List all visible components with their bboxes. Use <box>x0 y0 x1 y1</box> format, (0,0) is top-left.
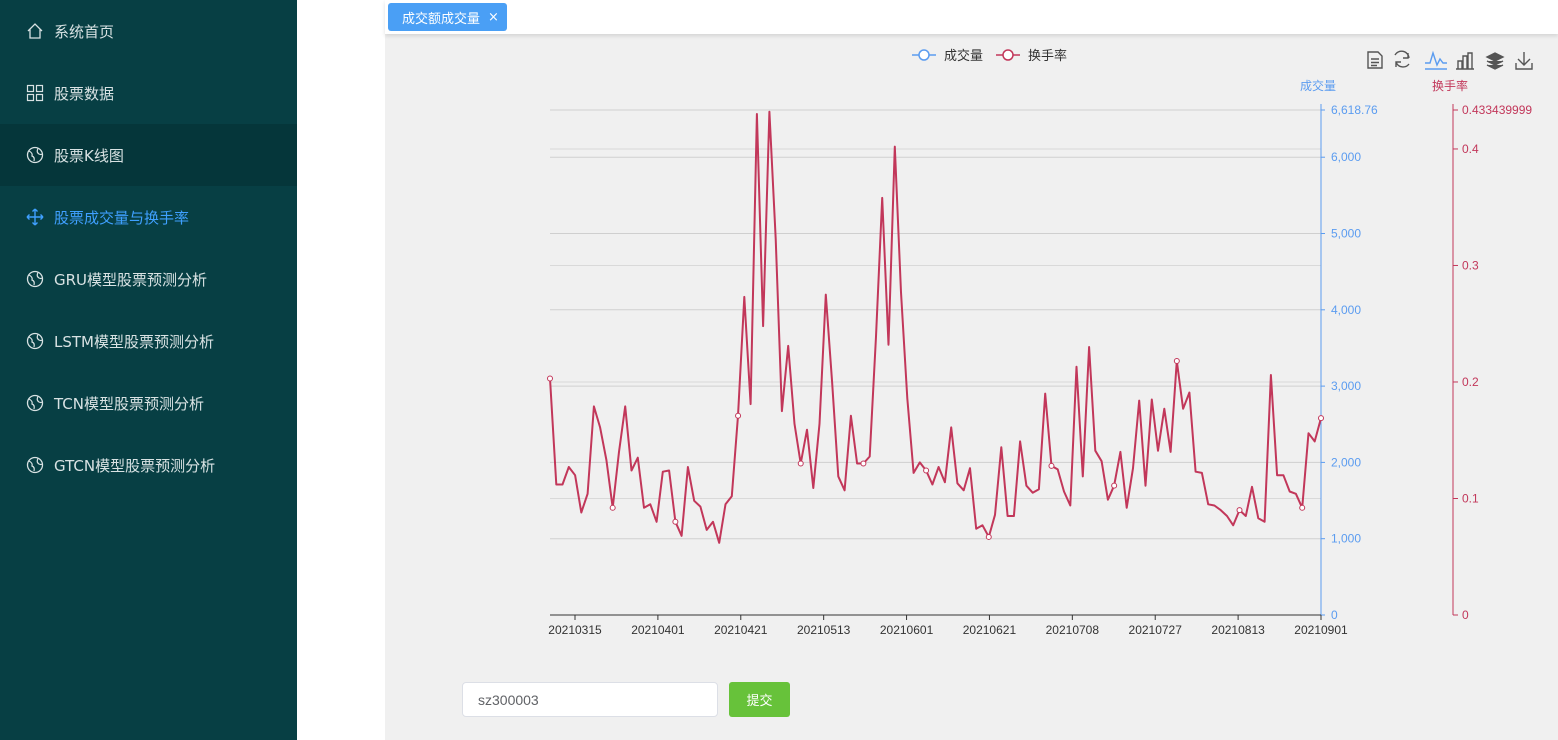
bar-chart-icon[interactable] <box>1456 52 1474 70</box>
y-axis-right-name: 换手率 <box>1432 78 1468 93</box>
x-tick-label: 20210315 <box>548 623 602 637</box>
tab-volume-turnover[interactable]: 成交额成交量 × <box>388 3 507 31</box>
y-left-max-label: 6,618.76 <box>1331 103 1378 117</box>
line-chart-icon[interactable] <box>1425 50 1447 70</box>
x-tick-label: 20210401 <box>631 623 685 637</box>
legend-item-turnover[interactable]: 换手率 <box>996 48 1067 64</box>
series-point[interactable] <box>1048 462 1055 469</box>
sidebar-item-label: 股票成交量与换手率 <box>54 208 190 227</box>
y-right-max-label: 0.433439999 <box>1462 103 1532 117</box>
series-point[interactable] <box>1111 482 1118 489</box>
close-icon[interactable]: × <box>488 10 499 25</box>
content-gutter <box>297 0 385 740</box>
x-tick-label: 20210813 <box>1211 623 1265 637</box>
y-right-tick-label: 0.4 <box>1462 142 1479 156</box>
sidebar-item-label: 股票数据 <box>54 84 115 103</box>
sidebar-item-label: 系统首页 <box>54 22 115 41</box>
series-point[interactable] <box>923 467 930 474</box>
sidebar-item-volume-turnover[interactable]: 股票成交量与换手率 <box>0 186 297 248</box>
tab-label: 成交额成交量 <box>402 11 481 27</box>
series-point[interactable] <box>1299 504 1306 511</box>
x-tick-label: 20210601 <box>880 623 934 637</box>
y-left-tick-label: 3,000 <box>1331 379 1361 393</box>
chart-toolbox <box>1367 50 1533 70</box>
y-right-tick-label: 0.1 <box>1462 491 1479 505</box>
sidebar-item-label: 股票K线图 <box>54 146 124 165</box>
download-icon[interactable] <box>1515 52 1533 70</box>
y-left-tick-label: 6,000 <box>1331 150 1361 164</box>
y-left-tick-label: 2,000 <box>1331 455 1361 469</box>
series-point[interactable] <box>735 412 742 419</box>
sidebar-item-stock-data[interactable]: 股票数据 <box>0 62 297 124</box>
sidebar-item-home[interactable]: 系统首页 <box>0 0 297 62</box>
chart-axes: 0 1,000 2,000 3,000 4,000 5,000 6,000 6,618.76 0… <box>548 103 1532 637</box>
globe-icon <box>25 145 45 165</box>
legend-item-volume[interactable]: 成交量 <box>912 48 983 64</box>
sidebar: 系统首页 股票数据 股票K线图 股票成交量与换手率 GRU模型股票预测分析 LS… <box>0 0 297 740</box>
tab-bar: 成交额成交量 × <box>385 0 1558 34</box>
sidebar-item-gtcn[interactable]: GTCN模型股票预测分析 <box>0 434 297 496</box>
sidebar-item-label: LSTM模型股票预测分析 <box>54 332 214 351</box>
sidebar-item-tcn[interactable]: TCN模型股票预测分析 <box>0 372 297 434</box>
series-point[interactable] <box>985 533 992 540</box>
y-right-tick-label: 0 <box>1462 608 1469 622</box>
y-right-tick-label: 0.3 <box>1462 258 1479 272</box>
series-point[interactable] <box>1236 507 1243 514</box>
home-icon <box>25 21 45 41</box>
chart-legend[interactable]: 成交量 换手率 <box>912 48 1067 64</box>
globe-icon <box>25 393 45 413</box>
series-point[interactable] <box>860 460 867 467</box>
globe-icon <box>25 269 45 289</box>
sidebar-item-lstm[interactable]: LSTM模型股票预测分析 <box>0 310 297 372</box>
legend-label: 成交量 <box>944 48 983 64</box>
x-tick-label: 20210727 <box>1129 623 1183 637</box>
x-tick-label: 20210621 <box>963 623 1017 637</box>
series-point[interactable] <box>672 518 679 525</box>
series-point[interactable] <box>797 460 804 467</box>
move-icon <box>25 207 45 227</box>
sidebar-item-label: GTCN模型股票预测分析 <box>54 456 216 475</box>
y-left-tick-label: 5,000 <box>1331 227 1361 241</box>
legend-label: 换手率 <box>1028 48 1067 64</box>
x-tick-label: 20210513 <box>797 623 851 637</box>
y-left-tick-label: 1,000 <box>1331 532 1361 546</box>
x-tick-label: 20210901 <box>1294 623 1348 637</box>
volume-turnover-chart: 成交量 换手率 成交量 换手率 01,0002,0003,0004,0005,0… <box>547 48 1533 637</box>
sidebar-item-kline[interactable]: 股票K线图 <box>0 124 297 186</box>
y-left-tick-label: 4,000 <box>1331 303 1361 317</box>
x-tick-label: 20210421 <box>714 623 768 637</box>
y-axis-left-name: 成交量 <box>1300 78 1336 93</box>
x-tick-label: 20210708 <box>1046 623 1100 637</box>
stock-code-input[interactable] <box>462 682 718 717</box>
sidebar-item-gru[interactable]: GRU模型股票预测分析 <box>0 248 297 310</box>
y-right-tick-label: 0.2 <box>1462 375 1479 389</box>
stack-icon[interactable] <box>1485 52 1505 70</box>
sidebar-item-label: GRU模型股票预测分析 <box>54 270 208 289</box>
globe-icon <box>25 455 45 475</box>
data-view-icon[interactable] <box>1367 51 1383 69</box>
globe-icon <box>25 331 45 351</box>
series-point[interactable] <box>1318 415 1324 422</box>
y-left-tick-label: 0 <box>1331 608 1338 622</box>
grid-icon <box>25 83 45 103</box>
series-line-turnover <box>549 110 1322 544</box>
refresh-icon[interactable] <box>1394 50 1410 68</box>
submit-button[interactable]: 提交 <box>729 682 790 717</box>
chart-series <box>547 110 1324 544</box>
series-point[interactable] <box>547 375 553 382</box>
series-point[interactable] <box>1173 358 1180 365</box>
series-point[interactable] <box>609 504 616 511</box>
sidebar-item-label: TCN模型股票预测分析 <box>54 394 204 413</box>
